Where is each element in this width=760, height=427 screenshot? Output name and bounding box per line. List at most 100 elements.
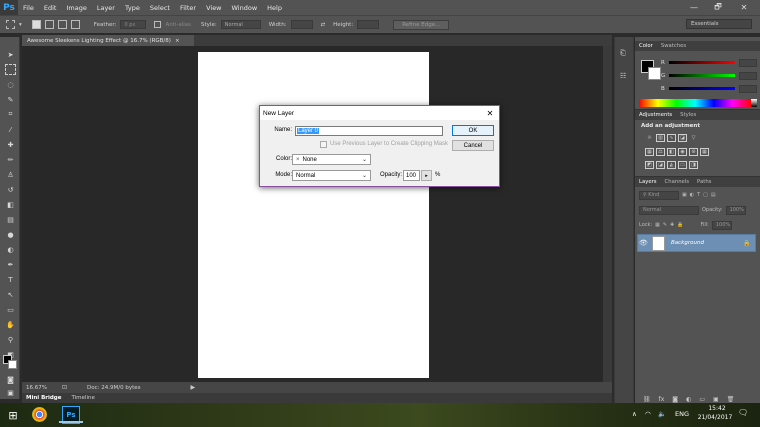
refine-edge-button[interactable]: Refine Edge... [393,19,450,30]
background-color-swatch[interactable] [8,360,17,369]
close-window-button[interactable]: ✕ [734,0,754,15]
document-tab[interactable]: Awesome Sleekens Lighting Effect @ 16.7%… [22,35,194,46]
blur-tool-icon[interactable]: ● [5,229,16,240]
red-value-input[interactable] [739,58,757,67]
marquee-tool-icon[interactable] [5,64,16,75]
green-track[interactable] [669,74,735,77]
vibrance-icon[interactable]: ▽ [689,134,698,142]
layer-name-input[interactable]: Layer 0 [295,126,443,136]
marquee-tool-icon[interactable] [6,20,15,29]
hand-tool-icon[interactable]: ✋ [5,319,16,330]
lock-all-icon[interactable]: 🔒 [677,222,683,228]
tab-color[interactable]: Color [639,43,653,49]
screen-mode-icon[interactable]: ▣ [5,387,16,398]
rectangle-tool-icon[interactable]: ▭ [5,304,16,315]
dropdown-arrow-icon[interactable]: ▾ [19,22,22,28]
new-selection-icon[interactable] [31,20,41,29]
history-brush-tool-icon[interactable]: ↺ [5,184,16,195]
tab-paths[interactable]: Paths [697,179,711,185]
clock-time[interactable]: 15:42 [702,405,732,412]
color-select[interactable]: × None ⌄ [292,154,371,165]
menu-window[interactable]: Window [227,4,263,12]
tab-mini-bridge[interactable]: Mini Bridge [26,395,61,401]
invert-icon[interactable]: ◩ [645,161,654,169]
layer-name[interactable]: Background [671,240,743,246]
opacity-slider-arrow-icon[interactable]: ▸ [421,170,432,181]
green-slider[interactable]: G [661,71,757,80]
clipping-mask-checkbox[interactable] [320,141,327,148]
history-panel-icon[interactable]: ⎗ [620,49,630,59]
filter-shape-icon[interactable]: ▢ [703,192,708,198]
export-icon[interactable]: ⊡ [62,384,67,391]
subtract-selection-icon[interactable] [57,20,67,29]
windows-start-icon[interactable]: ⊞ [6,408,20,422]
add-mask-icon[interactable]: ◙ [672,396,678,403]
fill-input[interactable]: 100% [711,220,732,230]
clock-date[interactable]: 21/04/2017 [695,414,735,421]
style-select[interactable]: Normal [220,20,261,29]
quick-selection-tool-icon[interactable]: ✎ [5,94,16,105]
layer-kind-filter[interactable]: ⚲ Kind [639,190,679,200]
eye-icon[interactable]: 👁 [638,239,649,247]
color-spectrum[interactable] [639,99,751,107]
pen-tool-icon[interactable]: ✒ [5,259,16,270]
healing-brush-tool-icon[interactable]: ✚ [5,139,16,150]
blend-mode-select[interactable]: Normal [639,205,699,215]
posterize-icon[interactable]: ◪ [656,161,665,169]
zoom-tool-icon[interactable]: ⚲ [5,334,16,345]
layer-style-icon[interactable]: fx [659,396,665,403]
color-lookup-icon[interactable]: ▦ [700,148,709,156]
delete-layer-icon[interactable]: 🗑 [727,396,735,403]
lasso-tool-icon[interactable]: ◌ [5,79,16,90]
lock-position-icon[interactable]: ✚ [670,222,674,228]
grayscale-ramp[interactable] [751,99,757,107]
feather-input[interactable]: 0 px [120,20,147,29]
black-white-icon[interactable]: ◧ [667,148,676,156]
menu-filter[interactable]: Filter [175,4,201,12]
opacity-input[interactable]: 100% [725,205,746,215]
blue-track[interactable] [669,87,735,90]
tab-styles[interactable]: Styles [680,112,696,118]
eraser-tool-icon[interactable]: ◧ [5,199,16,210]
tray-expand-icon[interactable]: ∧ [632,410,637,418]
zoom-level[interactable]: 16.67% [22,385,62,391]
tab-layers[interactable]: Layers [639,179,657,185]
language-indicator[interactable]: ENG [675,410,689,418]
hue-saturation-icon[interactable]: ▦ [645,148,654,156]
threshold-icon[interactable]: ◭ [667,161,676,169]
add-selection-icon[interactable] [44,20,54,29]
minimize-button[interactable]: — [684,0,704,15]
menu-view[interactable]: View [201,4,226,12]
cancel-button[interactable]: Cancel [452,140,494,151]
status-menu-arrow-icon[interactable]: ▶ [191,384,196,391]
filter-type-icon[interactable]: T [697,192,700,198]
menu-file[interactable]: File [18,4,39,12]
red-slider[interactable]: R [661,58,757,67]
height-input[interactable] [357,20,380,29]
type-tool-icon[interactable]: T [5,274,16,285]
notifications-icon[interactable]: 🗨 [738,408,748,417]
vertical-scrollbar[interactable] [603,46,612,382]
curves-icon[interactable]: ∿ [667,134,676,142]
blue-value-input[interactable] [739,84,757,93]
tab-timeline[interactable]: Timeline [71,395,94,401]
gradient-map-icon[interactable]: ▭ [678,161,687,169]
menu-layer[interactable]: Layer [92,4,120,12]
brightness-contrast-icon[interactable]: ☼ [645,134,654,142]
filter-adjustment-icon[interactable]: ◐ [690,192,694,198]
green-value-input[interactable] [739,71,757,80]
path-selection-tool-icon[interactable]: ↖ [5,289,16,300]
layer-row-background[interactable]: 👁 Background 🔒 [637,234,756,252]
crop-tool-icon[interactable]: ⌗ [5,109,16,120]
mode-select[interactable]: Normal ⌄ [292,170,371,181]
photo-filter-icon[interactable]: ◉ [678,148,687,156]
antialias-checkbox[interactable] [154,21,162,28]
filter-smart-object-icon[interactable]: ▤ [711,192,716,198]
menu-help[interactable]: Help [262,4,287,12]
restore-button[interactable]: 🗗 [708,0,728,15]
ok-button[interactable]: OK [452,125,494,136]
selective-color-icon[interactable]: ◨ [689,161,698,169]
menu-type[interactable]: Type [120,4,145,12]
eyedropper-tool-icon[interactable]: ⁄ [5,124,16,135]
red-track[interactable] [669,61,735,64]
